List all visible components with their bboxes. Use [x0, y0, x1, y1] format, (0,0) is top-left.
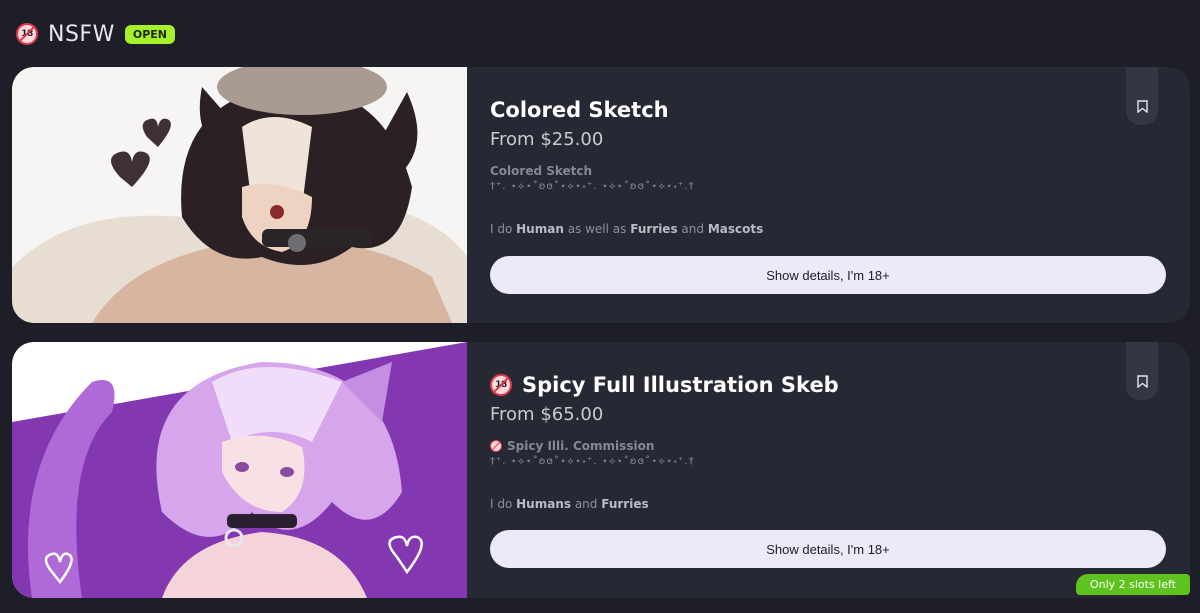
- bookmark-button[interactable]: [1126, 342, 1158, 400]
- tagline-connector: as well as: [563, 222, 631, 236]
- card-description-title: Spicy Illi. Commission: [490, 439, 1166, 453]
- description-title-text: Spicy Illi. Commission: [507, 439, 655, 453]
- tagline-tag: Mascots: [707, 222, 764, 236]
- tagline-tag: Furries: [601, 497, 649, 511]
- tagline-tag: Furries: [630, 222, 678, 236]
- card-description-title: Colored Sketch: [490, 164, 1166, 178]
- no-under-18-icon: [490, 440, 502, 452]
- bookmark-icon: [1136, 100, 1148, 113]
- tagline-tag: Human: [516, 222, 564, 236]
- artwork-image: [12, 67, 467, 323]
- tagline-connector: and: [571, 497, 602, 511]
- show-details-button[interactable]: Show details, I'm 18+: [490, 530, 1166, 568]
- age-icon-text: 18: [21, 29, 33, 39]
- section-header: 18 NSFW OPEN: [16, 20, 175, 48]
- commission-thumbnail[interactable]: [12, 67, 467, 323]
- tagline-prefix: I do: [490, 222, 517, 236]
- description-title-text: Colored Sketch: [490, 164, 593, 178]
- bookmark-button[interactable]: [1126, 67, 1158, 125]
- tagline-connector: and: [677, 222, 708, 236]
- card-title[interactable]: 18 Spicy Full Illustration Skeb: [490, 370, 1166, 400]
- card-price: From $25.00: [490, 129, 604, 150]
- commission-card[interactable]: Colored Sketch From $25.00 Colored Sketc…: [12, 67, 1190, 323]
- commission-thumbnail[interactable]: [12, 342, 467, 598]
- card-body: Colored Sketch From $25.00 Colored Sketc…: [490, 95, 1166, 236]
- card-tagline: I do Human as well as Furries and Mascot…: [490, 222, 1166, 236]
- card-title-text: Colored Sketch: [490, 98, 669, 122]
- status-badge: OPEN: [124, 24, 175, 44]
- section-title: NSFW: [48, 21, 115, 47]
- card-title[interactable]: Colored Sketch: [490, 95, 1166, 125]
- show-details-button[interactable]: Show details, I'm 18+: [490, 256, 1166, 294]
- card-body: 18 Spicy Full Illustration Skeb From $65…: [490, 370, 1166, 511]
- no-under-18-icon: 18: [16, 23, 38, 45]
- bookmark-icon: [1136, 375, 1148, 388]
- no-under-18-icon: 18: [490, 374, 512, 396]
- decorative-divider: †⁺. ⋆⟡⋆˚ʚɞ˚⋆⟡⋆˖⁺. ⋆⟡⋆˚ʚɞ˚⋆⟡⋆˖⁺.†: [490, 181, 695, 192]
- card-title-text: Spicy Full Illustration Skeb: [522, 373, 839, 397]
- commission-card[interactable]: 18 Spicy Full Illustration Skeb From $65…: [12, 342, 1190, 598]
- card-tagline: I do Humans and Furries: [490, 497, 1166, 511]
- tagline-prefix: I do: [490, 497, 517, 511]
- decorative-divider: †⁺. ⋆⟡⋆˚ʚɞ˚⋆⟡⋆˖⁺. ⋆⟡⋆˚ʚɞ˚⋆⟡⋆˖⁺.†: [490, 456, 695, 467]
- tagline-tag: Humans: [516, 497, 572, 511]
- slots-remaining-badge: Only 2 slots left: [1075, 574, 1190, 595]
- card-price: From $65.00: [490, 404, 604, 425]
- age-icon-text: 18: [495, 380, 507, 390]
- artwork-image: [12, 342, 467, 598]
